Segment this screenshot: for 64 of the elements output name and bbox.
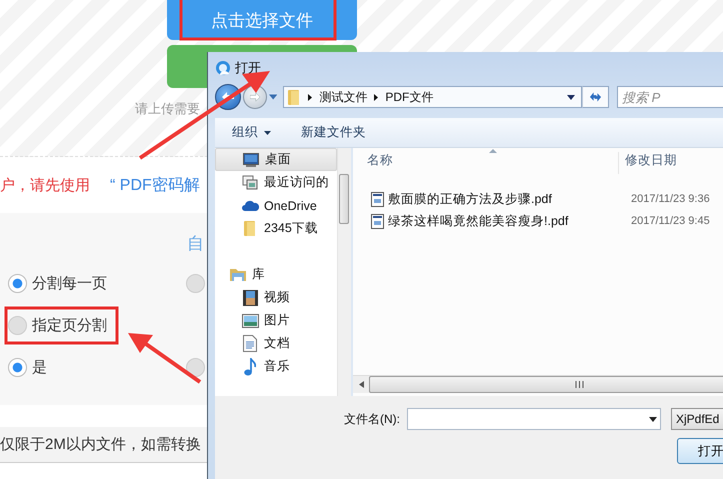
nav-item[interactable]: 文档 — [215, 332, 337, 355]
tool-link[interactable]: “ PDF密码解 — [110, 175, 200, 196]
chevron-icon — [308, 94, 312, 100]
cloud-icon — [242, 200, 258, 211]
radio-button[interactable] — [8, 316, 27, 334]
column-header[interactable]: 名称 — [353, 152, 619, 174]
nav-item[interactable]: 视频 — [215, 286, 337, 309]
file-type-dropdown[interactable]: XjPdfEd — [671, 408, 723, 430]
radio-button[interactable] — [186, 274, 205, 292]
search-field[interactable]: 搜索 P — [617, 86, 723, 108]
nav-item[interactable]: 桌面 — [215, 148, 337, 171]
file-icon — [371, 214, 384, 228]
option-label: 是 — [32, 358, 47, 376]
nav-item[interactable]: 音乐 — [215, 355, 337, 378]
window-title: 打开 — [235, 58, 261, 76]
nav-item[interactable]: 最近访问的 — [215, 171, 337, 194]
refresh-button[interactable] — [582, 86, 609, 108]
image-icon — [242, 314, 258, 328]
vertical-scrollbar[interactable] — [337, 148, 351, 396]
film-icon — [242, 290, 258, 306]
app-icon — [215, 60, 231, 76]
recent-places-icon — [242, 174, 258, 190]
radio-button[interactable] — [8, 358, 27, 376]
section-heading: 自 — [186, 233, 205, 255]
dropdown-caret-icon[interactable] — [567, 94, 575, 100]
path-segment[interactable]: 测试文件 — [319, 88, 368, 106]
caret-icon — [264, 130, 271, 134]
horizontal-scrollbar[interactable] — [353, 375, 723, 393]
refresh-arrows-icon — [589, 91, 602, 103]
grip-icon — [575, 381, 584, 388]
nav-item[interactable]: 库 — [215, 263, 337, 286]
chevron-icon — [374, 94, 378, 100]
radio-button[interactable] — [8, 274, 27, 292]
dropdown-caret-icon[interactable] — [649, 416, 657, 422]
modified-date: 2017/11/23 9:45 — [631, 215, 710, 227]
folder-icon — [243, 220, 257, 237]
file-name[interactable]: 绿茶这样喝竟然能美容瘦身!.pdf — [353, 212, 621, 230]
modified-date: 2017/11/23 9:36 — [631, 193, 710, 205]
file-name[interactable]: 敷面膜的正确方法及步骤.pdf — [353, 190, 621, 208]
upload-hint: 请上传需要 — [135, 100, 201, 118]
nav-item[interactable]: 图片 — [215, 309, 337, 332]
address-bar[interactable]: 测试文件 PDF文件 — [283, 86, 582, 108]
radio-button[interactable] — [186, 358, 205, 376]
warning-text: 户，请先使用 — [0, 176, 90, 195]
document-icon — [243, 335, 257, 352]
nav-item[interactable]: OneDrive — [215, 194, 337, 217]
filename-field[interactable] — [407, 408, 661, 430]
music-note-icon — [244, 358, 256, 376]
filename-label: 文件名(N): — [344, 410, 400, 428]
option-label: 指定页分割 — [32, 316, 107, 334]
monitor-icon — [243, 152, 259, 166]
file-icon — [371, 192, 384, 206]
sort-arrow-icon — [489, 149, 497, 153]
new-folder-button[interactable]: 新建文件夹 — [301, 124, 366, 141]
folder-icon — [287, 88, 302, 106]
organize-menu[interactable]: 组织 — [232, 124, 271, 141]
column-header[interactable]: 修改日期 — [619, 152, 677, 174]
option-label: 分割每一页 — [32, 274, 107, 292]
library-icon — [229, 267, 247, 282]
path-segment[interactable]: PDF文件 — [385, 88, 434, 106]
scroll-left-icon[interactable] — [359, 381, 364, 388]
history-caret-icon[interactable] — [269, 94, 278, 100]
arrow-right-icon — [250, 92, 260, 102]
nav-item[interactable]: 2345下载 — [215, 217, 337, 240]
